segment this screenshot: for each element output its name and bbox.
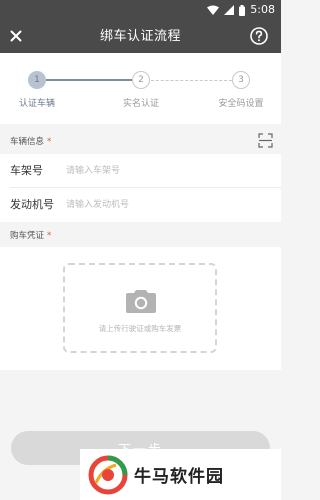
status-bar: 5:08 [0,0,281,20]
vehicle-info-label: 车辆信息 [10,137,45,147]
watermark: 牛马软件园 [80,449,281,500]
scan-icon [258,133,273,148]
step-3-label: 安全码设置 [218,99,264,109]
page-title: 绑车认证流程 [99,29,181,44]
purchase-proof-title: 购车凭证 * [10,229,51,241]
status-icons: 5:08 [207,2,275,18]
required-mark: * [47,137,52,147]
step-indicator: 1 2 3 认证车辆 实名认证 安全码设置 [0,53,281,124]
vin-label: 车架号 [10,164,43,177]
step-1-circle: 1 [28,71,46,89]
camera-icon [126,290,156,313]
vehicle-info-title: 车辆信息 * [10,135,51,147]
signal-icon [224,5,235,15]
vin-input[interactable] [66,162,266,180]
step-3-circle: 3 [232,71,250,89]
step-2-circle: 2 [132,71,150,89]
step-connector-1 [46,79,132,81]
watermark-text: 牛马软件园 [134,467,224,487]
scan-button[interactable] [258,133,273,148]
app-header: 绑车认证流程 [0,20,281,53]
engine-number-label: 发动机号 [10,198,54,211]
upload-photo-button[interactable]: 请上传行驶证或购车发票 [63,263,217,353]
watermark-logo-icon [88,455,128,494]
purchase-proof-label: 购车凭证 [10,231,45,241]
upload-hint: 请上传行驶证或购车发票 [98,324,182,333]
purchase-proof-header: 购车凭证 * [0,222,281,247]
engine-number-input[interactable] [66,196,266,214]
vin-row: 车架号 [0,154,281,188]
battery-icon [239,4,246,16]
step-1-label: 认证车辆 [18,99,55,109]
wifi-icon [207,5,220,15]
status-time: 5:08 [250,3,275,16]
vehicle-info-header: 车辆信息 * [0,128,281,154]
help-button[interactable] [249,26,269,46]
step-2-label: 实名认证 [122,99,159,109]
help-icon [250,27,268,45]
upload-area: 请上传行驶证或购车发票 [0,247,281,370]
engine-number-row: 发动机号 [0,188,281,222]
step-connector-2 [151,80,232,81]
required-mark: * [47,231,52,241]
